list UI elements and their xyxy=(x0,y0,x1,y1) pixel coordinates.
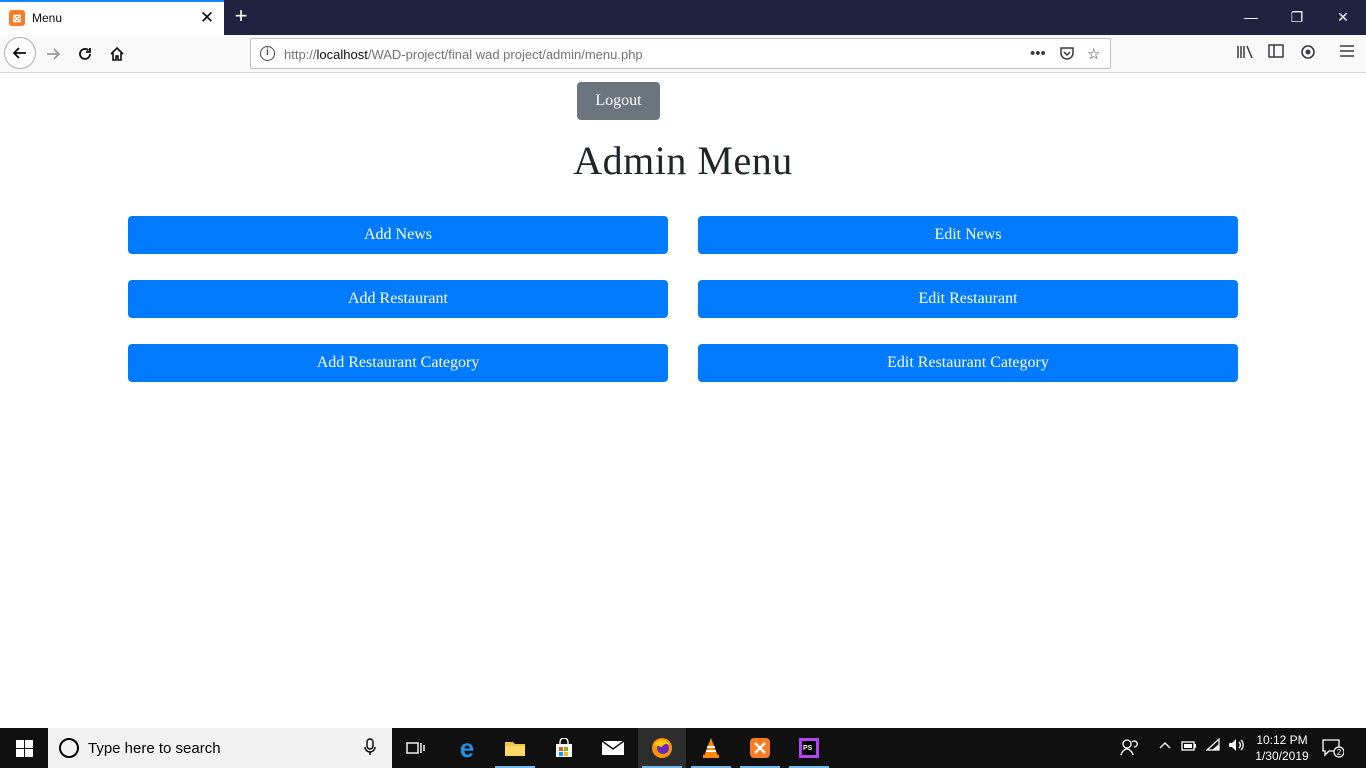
search-placeholder: Type here to search xyxy=(88,740,221,757)
page-title: Admin Menu xyxy=(573,138,793,183)
clock-time: 10:12 PM xyxy=(1256,733,1308,747)
hamburger-menu-icon[interactable] xyxy=(1337,44,1357,64)
start-button[interactable] xyxy=(0,728,48,768)
back-arrow-icon xyxy=(12,47,26,59)
library-icon[interactable] xyxy=(1235,44,1255,64)
windows-logo-icon xyxy=(15,739,33,757)
mail-icon[interactable] xyxy=(589,728,637,768)
home-icon xyxy=(110,46,124,61)
cortana-icon xyxy=(59,738,79,758)
add-restaurant-button[interactable]: Add Restaurant xyxy=(128,280,668,318)
add-restaurant-category-button[interactable]: Add Restaurant Category xyxy=(128,344,668,382)
notification-count: 2 xyxy=(1337,748,1342,757)
browser-tab-strip: ⊠ Menu ✕ + — ❐ ✕ xyxy=(0,0,1366,35)
volume-icon[interactable] xyxy=(1228,738,1246,755)
reload-button[interactable] xyxy=(70,39,100,69)
restore-icon[interactable]: ❐ xyxy=(1274,6,1320,28)
taskbar-search-box[interactable]: Type here to search xyxy=(48,728,392,768)
action-center-icon[interactable]: 2 xyxy=(1322,738,1345,762)
minimize-icon[interactable]: — xyxy=(1228,6,1274,28)
url-bar[interactable]: i http://localhost/WAD-project/final wad… xyxy=(250,38,1111,69)
close-window-icon[interactable]: ✕ xyxy=(1320,6,1366,28)
sidebar-icon[interactable] xyxy=(1266,44,1286,64)
pocket-icon[interactable] xyxy=(1059,45,1075,65)
add-news-button[interactable]: Add News xyxy=(128,216,668,254)
info-icon[interactable]: i xyxy=(260,46,275,61)
wifi-icon[interactable] xyxy=(1205,737,1222,755)
people-icon[interactable] xyxy=(1120,738,1138,759)
task-view-icon[interactable] xyxy=(392,728,440,768)
vlc-icon[interactable] xyxy=(687,728,735,768)
forward-arrow-icon xyxy=(47,48,61,60)
svg-text:PS: PS xyxy=(803,745,813,752)
url-text: http://localhost/WAD-project/final wad p… xyxy=(284,47,643,62)
page-content: Logout Admin Menu Add News Edit News Add… xyxy=(0,73,1366,728)
edit-restaurant-button[interactable]: Edit Restaurant xyxy=(698,280,1238,318)
navigation-toolbar: i http://localhost/WAD-project/final wad… xyxy=(0,35,1366,73)
close-tab-icon[interactable]: ✕ xyxy=(199,9,215,27)
chevron-up-icon[interactable] xyxy=(1158,738,1172,755)
tab-title: Menu xyxy=(32,11,63,25)
back-button[interactable] xyxy=(4,37,36,69)
store-icon[interactable] xyxy=(540,728,588,768)
bookmark-star-icon[interactable]: ☆ xyxy=(1087,45,1100,63)
taskbar: Type here to search e PS 10:12 PM 1/30/2… xyxy=(0,728,1366,768)
reload-icon xyxy=(79,48,91,60)
xampp-icon[interactable] xyxy=(736,728,784,768)
tab-menu[interactable]: ⊠ Menu ✕ xyxy=(0,0,224,35)
file-explorer-icon[interactable] xyxy=(491,728,539,768)
microphone-icon[interactable] xyxy=(364,738,376,760)
home-button[interactable] xyxy=(102,39,132,69)
edit-restaurant-category-button[interactable]: Edit Restaurant Category xyxy=(698,344,1238,382)
new-tab-button[interactable]: + xyxy=(230,4,252,28)
battery-icon[interactable] xyxy=(1181,738,1197,755)
clock-date: 1/30/2019 xyxy=(1255,749,1309,763)
firefox-icon[interactable] xyxy=(638,728,686,768)
xampp-icon: ⊠ xyxy=(9,10,25,26)
logout-button[interactable]: Logout xyxy=(577,82,660,120)
forward-button[interactable] xyxy=(38,39,68,69)
phpstorm-icon[interactable]: PS xyxy=(785,728,833,768)
sync-icon[interactable] xyxy=(1298,44,1318,64)
edge-icon[interactable]: e xyxy=(443,728,491,768)
edit-news-button[interactable]: Edit News xyxy=(698,216,1238,254)
page-actions-icon[interactable]: ••• xyxy=(1030,45,1046,62)
system-clock[interactable]: 10:12 PM 1/30/2019 xyxy=(1250,732,1314,764)
